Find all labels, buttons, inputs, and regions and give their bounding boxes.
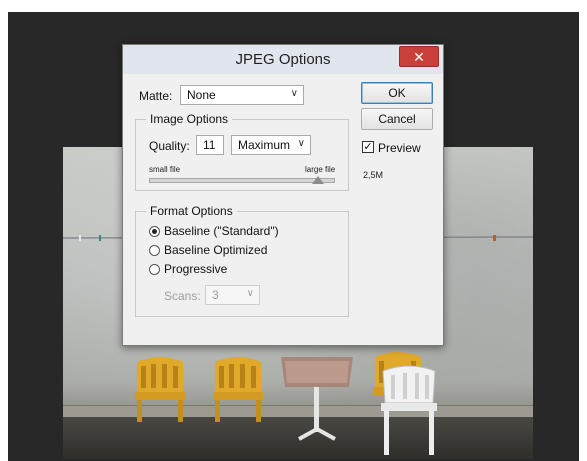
large-file-label: large file [305, 165, 336, 174]
scans-label: Scans: [164, 289, 201, 303]
quality-slider-thumb[interactable] [312, 176, 325, 184]
progressive-label[interactable]: Progressive [164, 262, 227, 276]
quality-slider[interactable] [149, 178, 335, 183]
file-size-readout: 2,5M [363, 170, 384, 180]
cafe-table [281, 357, 353, 441]
quality-preset-select[interactable]: Maximum ∨ [231, 135, 311, 155]
chevron-down-icon: ∨ [246, 288, 254, 299]
quality-input[interactable]: 11 [196, 135, 224, 155]
close-icon: ✕ [413, 49, 425, 65]
chevron-down-icon: ∨ [290, 88, 298, 99]
baseline-standard-label[interactable]: Baseline ("Standard") [164, 224, 279, 238]
baseline-optimized-label[interactable]: Baseline Optimized [164, 243, 267, 257]
baseline-standard-radio[interactable] [149, 226, 160, 237]
small-file-label: small file [149, 165, 181, 174]
ok-button[interactable]: OK [361, 82, 433, 104]
scans-value: 3 [212, 288, 219, 302]
chevron-down-icon: ∨ [297, 138, 305, 149]
dialog-titlebar[interactable]: JPEG Options ✕ [123, 45, 443, 74]
jpeg-options-dialog: JPEG Options ✕ Matte: None ∨ Image Optio… [122, 44, 444, 346]
preview-checkbox[interactable]: ✓ [362, 141, 374, 153]
matte-value: None [187, 88, 216, 102]
cancel-button[interactable]: Cancel [361, 108, 433, 130]
format-options-title: Format Options [146, 204, 237, 218]
quality-label: Quality: [149, 139, 190, 153]
white-chair [381, 365, 437, 455]
dialog-title: JPEG Options [235, 51, 331, 68]
matte-select[interactable]: None ∨ [180, 85, 304, 105]
matte-label: Matte: [139, 89, 173, 103]
yellow-chair [135, 357, 185, 422]
close-button[interactable]: ✕ [399, 46, 439, 67]
progressive-radio[interactable] [149, 264, 160, 275]
scans-select: 3 ∨ [205, 285, 260, 305]
baseline-optimized-radio[interactable] [149, 245, 160, 256]
check-icon: ✓ [363, 141, 373, 153]
yellow-chair [213, 357, 263, 422]
preview-label[interactable]: Preview [378, 141, 421, 155]
image-options-title: Image Options [146, 112, 233, 126]
quality-preset-value: Maximum [238, 138, 291, 152]
